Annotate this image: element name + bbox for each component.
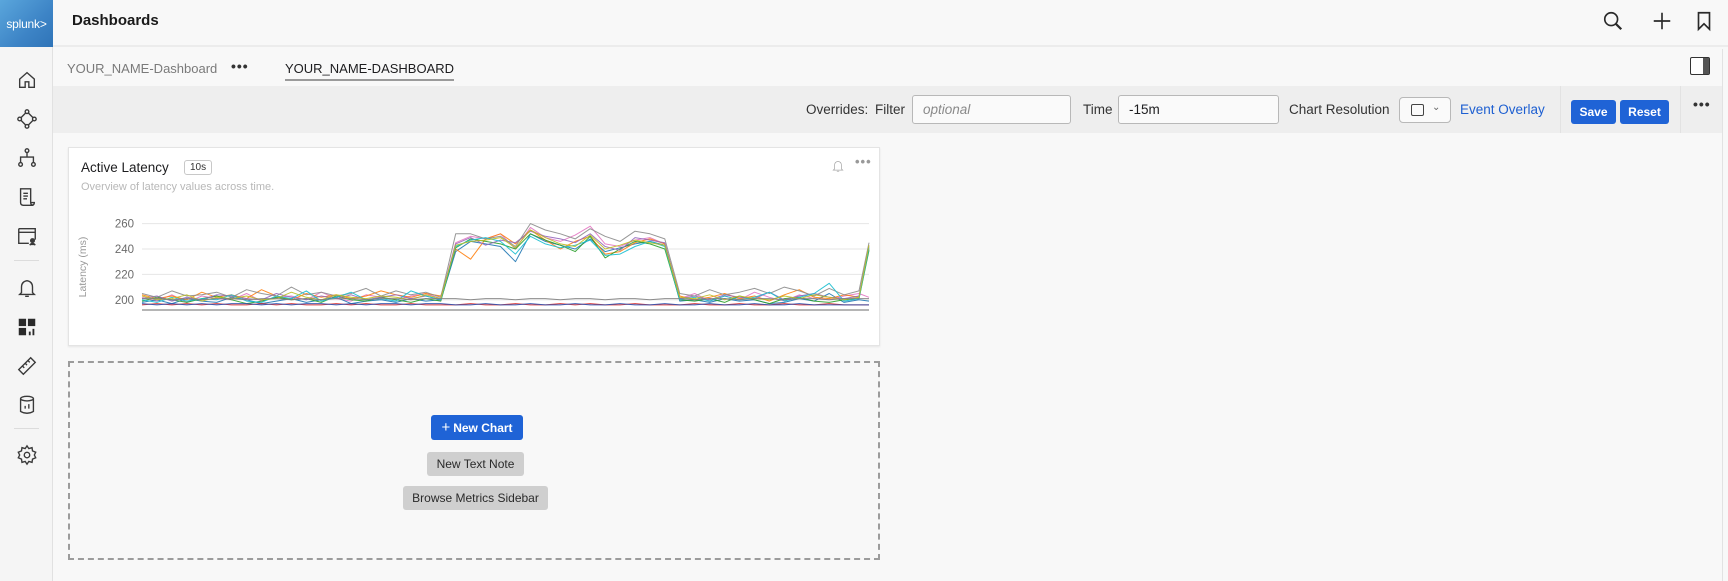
page-title: Dashboards xyxy=(72,12,159,29)
browser-user-icon xyxy=(17,227,36,246)
new-chart-button[interactable]: + New Chart xyxy=(431,415,523,440)
document-icon xyxy=(19,188,35,206)
sidebar-nav: splunk> xyxy=(0,0,53,581)
dashboard-tab-bar: YOUR_NAME-Dashboard ••• YOUR_NAME-DASHBO… xyxy=(53,49,1722,86)
ruler-icon xyxy=(17,356,36,376)
toolbar-divider xyxy=(1680,86,1681,133)
bookmark-button[interactable] xyxy=(1691,8,1717,34)
splunk-logo[interactable]: splunk> xyxy=(0,0,53,47)
plus-icon xyxy=(1653,12,1671,30)
series-line-s4 xyxy=(141,233,870,305)
reset-button[interactable]: Reset xyxy=(1620,100,1669,124)
overrides-label: Overrides: xyxy=(806,102,869,117)
series-line-s7 xyxy=(141,235,870,303)
y-tick-label: 220 xyxy=(115,269,134,281)
toolbar-more-button[interactable]: ••• xyxy=(1693,96,1711,112)
save-button[interactable]: Save xyxy=(1571,100,1616,124)
home-icon xyxy=(18,71,35,89)
gear-icon xyxy=(16,444,37,466)
new-chart-label: New Chart xyxy=(453,421,513,435)
top-header: Dashboards xyxy=(53,0,1728,47)
filter-label: Filter xyxy=(875,102,905,117)
y-axis-label: Latency (ms) xyxy=(77,237,89,298)
chart-resolution-label: Chart Resolution xyxy=(1289,102,1390,117)
browse-metrics-sidebar-button[interactable]: Browse Metrics Sidebar xyxy=(403,486,548,510)
latency-line-chart: 200220240260Latency (ms)18:0218:0418:061… xyxy=(77,219,870,311)
chart-panel-active-latency[interactable]: Active Latency 10s Overview of latency v… xyxy=(68,147,880,346)
nav-divider xyxy=(14,260,39,261)
logo-text: splunk> xyxy=(6,16,47,31)
sidebar-item-home[interactable] xyxy=(0,66,53,94)
sidebar-item-metrics[interactable] xyxy=(0,352,53,380)
dashboard-group-link[interactable]: YOUR_NAME-Dashboard xyxy=(67,61,217,76)
network-icon xyxy=(16,109,37,129)
y-tick-label: 260 xyxy=(115,219,134,231)
sidebar-item-logs[interactable] xyxy=(0,183,53,211)
toggle-side-panel-icon[interactable] xyxy=(1690,57,1710,75)
y-tick-label: 200 xyxy=(115,295,134,307)
time-label: Time xyxy=(1083,102,1113,117)
filter-input[interactable] xyxy=(912,95,1071,124)
overrides-toolbar: Overrides: Filter Time Chart Resolution … xyxy=(53,86,1722,133)
search-icon xyxy=(1603,11,1623,31)
nav-divider xyxy=(14,428,39,429)
sidebar-item-service-map[interactable] xyxy=(0,105,53,133)
chart-resolution-select[interactable]: ⌄ xyxy=(1399,97,1451,123)
time-input[interactable] xyxy=(1118,95,1279,124)
bookmark-icon xyxy=(1697,11,1711,32)
add-button[interactable] xyxy=(1649,8,1675,34)
sidebar-item-data[interactable] xyxy=(0,391,53,419)
hierarchy-icon xyxy=(17,148,36,167)
plus-icon: + xyxy=(441,419,451,436)
tab-your-name-dashboard[interactable]: YOUR_NAME-DASHBOARD xyxy=(285,61,455,81)
sidebar-item-dashboards[interactable] xyxy=(0,313,53,341)
sidebar-item-alerts[interactable] xyxy=(0,274,53,302)
search-button[interactable] xyxy=(1600,8,1626,34)
dashboard-group-more-button[interactable]: ••• xyxy=(231,58,249,74)
app-root: splunk> Dashboards YOUR_NAME-Dashboard •… xyxy=(0,0,1728,581)
sidebar-item-synthetics[interactable] xyxy=(0,222,53,250)
series-line-s2 xyxy=(141,233,870,305)
toolbar-divider xyxy=(1560,86,1561,133)
right-scroll-rail xyxy=(1722,49,1728,581)
dashboard-grid-icon xyxy=(18,318,35,336)
sidebar-item-hierarchy[interactable] xyxy=(0,144,53,172)
add-content-placeholder: + New Chart New Text Note Browse Metrics … xyxy=(68,361,880,560)
chevron-down-icon: ⌄ xyxy=(1432,102,1441,113)
sidebar-item-settings[interactable] xyxy=(0,441,53,469)
line-chart-icon xyxy=(1411,104,1424,116)
y-tick-label: 240 xyxy=(115,244,134,256)
bell-icon xyxy=(17,279,36,297)
series-line-s6 xyxy=(141,223,870,298)
event-overlay-link[interactable]: Event Overlay xyxy=(1460,102,1545,117)
database-icon xyxy=(19,395,34,414)
new-text-note-button[interactable]: New Text Note xyxy=(427,452,524,476)
